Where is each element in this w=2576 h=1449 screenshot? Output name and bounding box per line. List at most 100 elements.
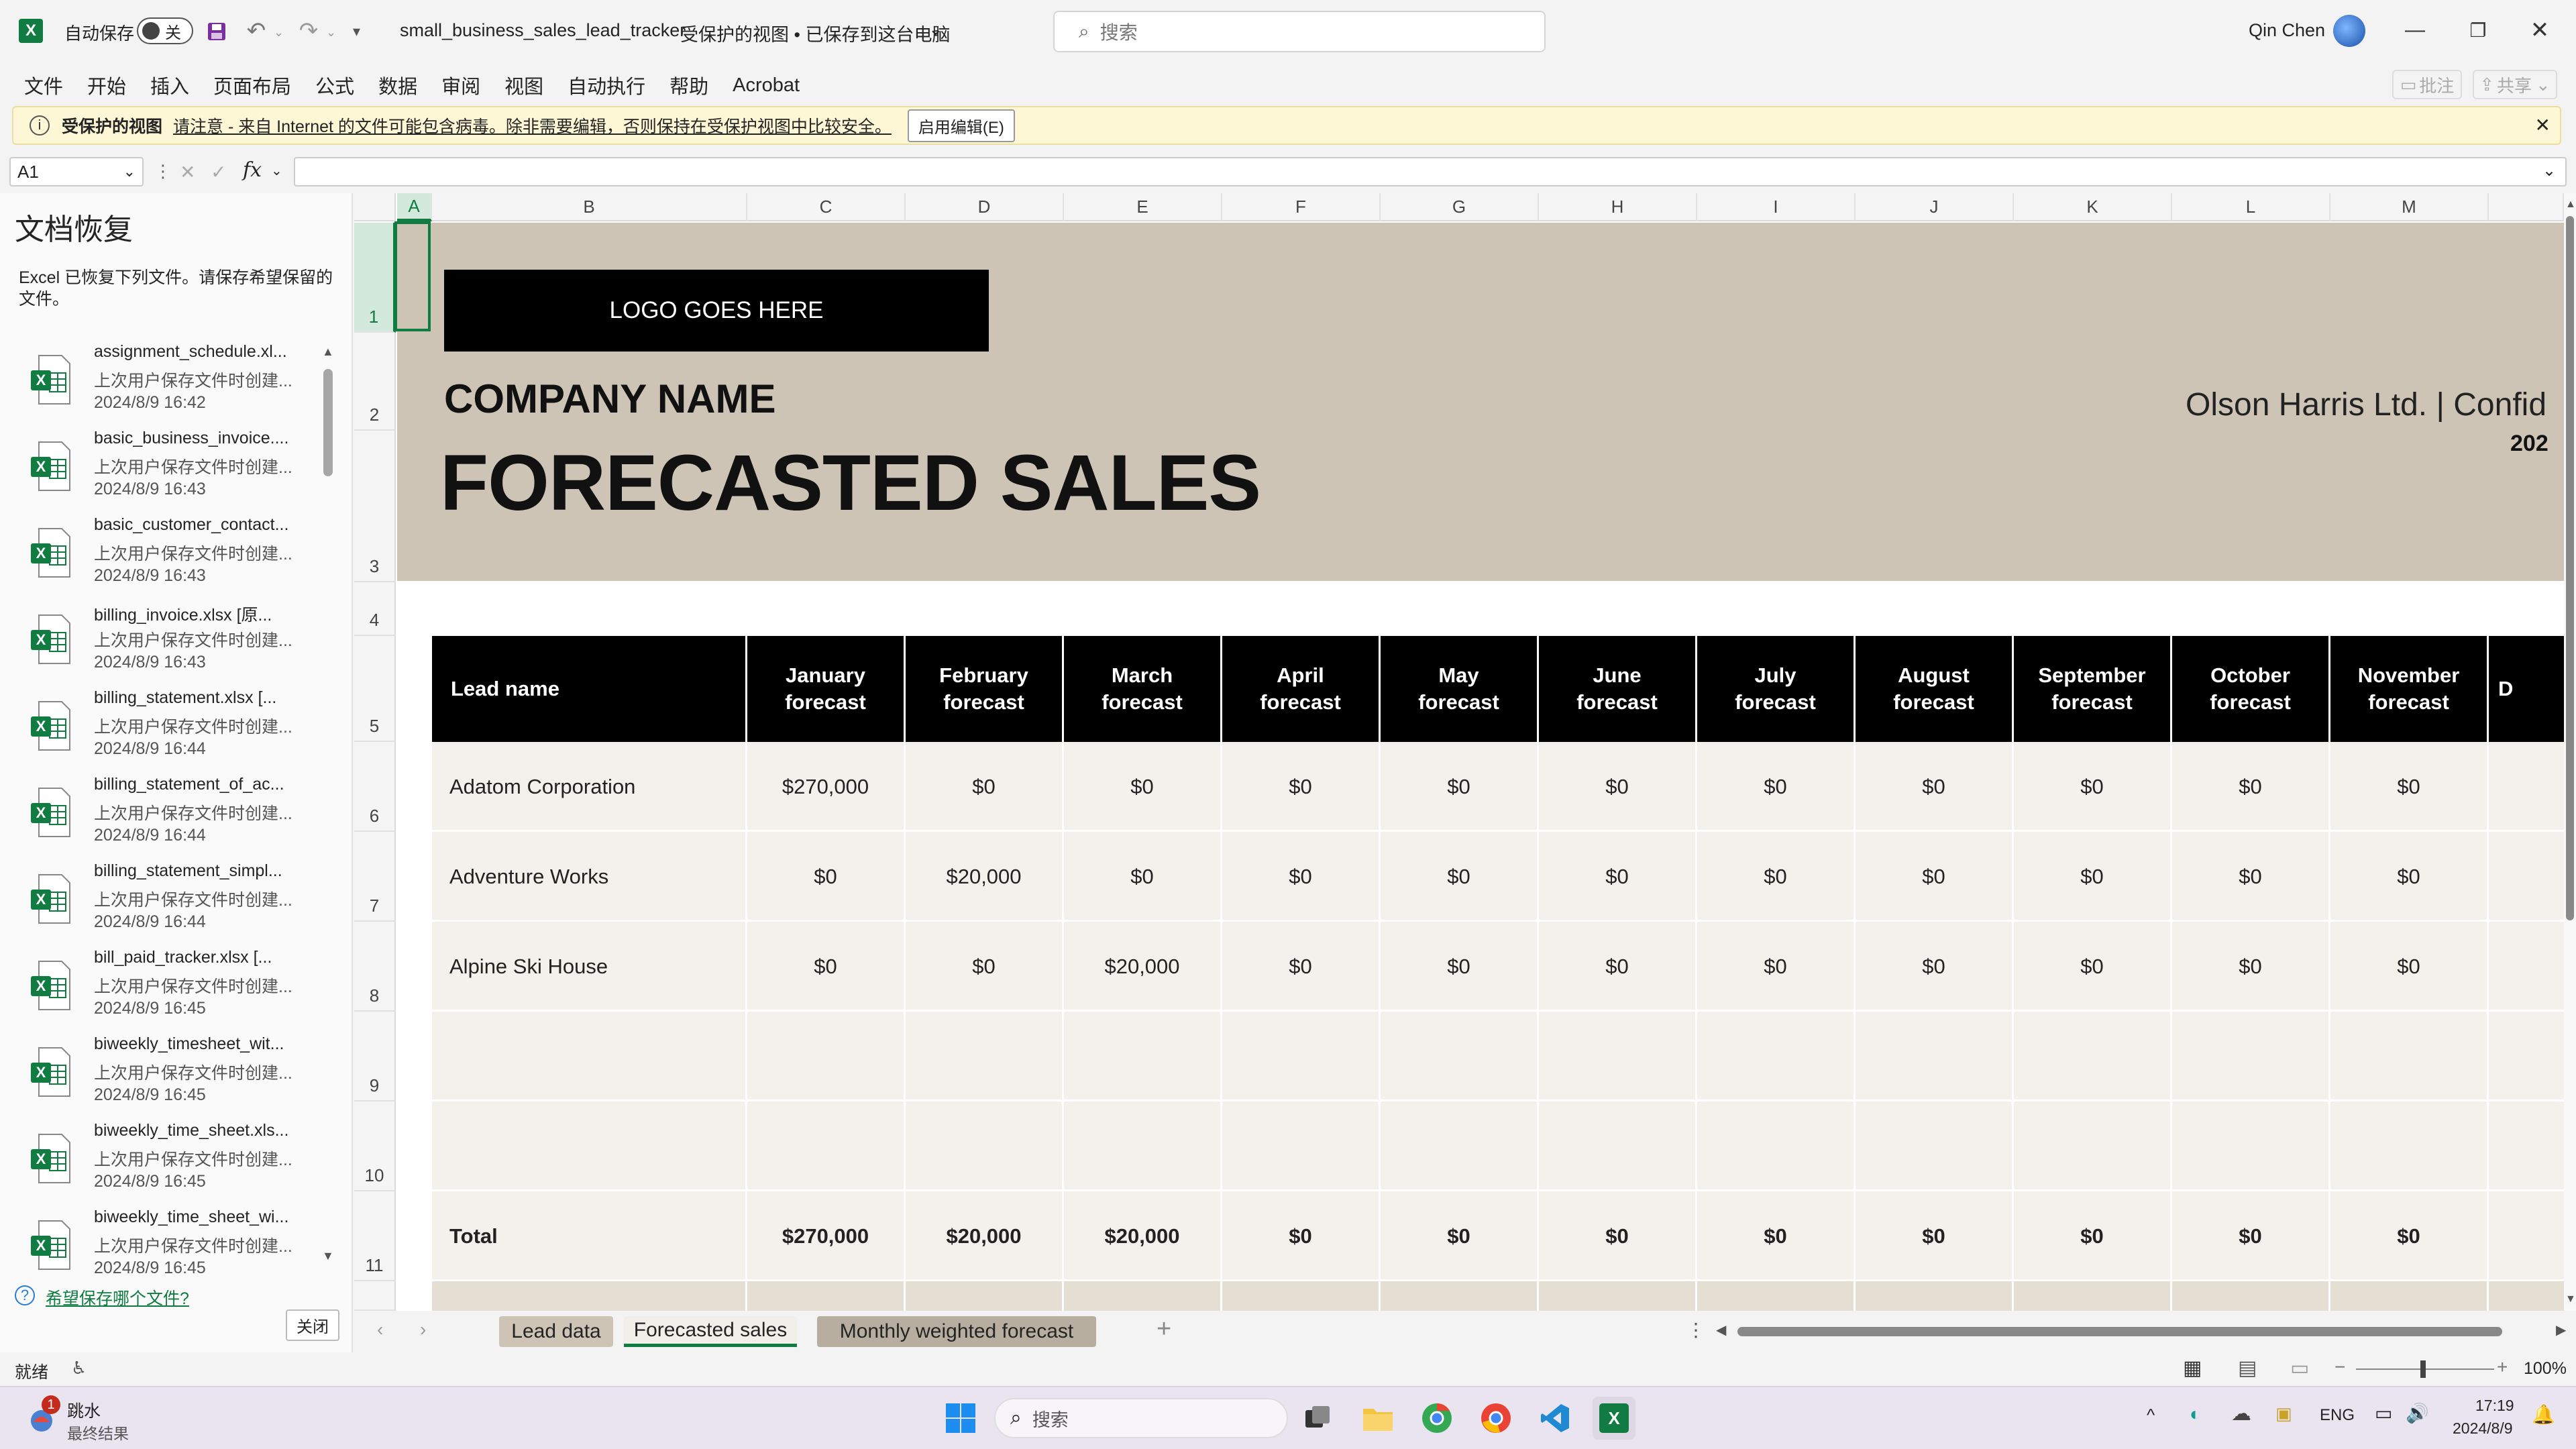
next-sheet-icon[interactable]: › xyxy=(420,1319,426,1340)
forecast-cell[interactable] xyxy=(2489,742,2564,832)
forecast-cell[interactable] xyxy=(1856,1012,2014,1102)
vertical-scrollbar[interactable]: ▲ ▼ xyxy=(2564,193,2576,1311)
recovery-item[interactable]: Xbasic_business_invoice.... 上次用户保存文件时创建..… xyxy=(20,429,335,515)
column-header-a[interactable]: A xyxy=(397,193,432,221)
column-header-m[interactable]: M xyxy=(2330,193,2489,221)
scroll-down-icon[interactable]: ▼ xyxy=(322,1249,334,1263)
forecast-cell[interactable]: $270,000 xyxy=(747,742,906,832)
normal-view-icon[interactable]: ▦ xyxy=(2183,1356,2202,1380)
forecast-cell[interactable] xyxy=(1381,1102,1539,1191)
recovery-item[interactable]: Xbiweekly_time_sheet_wi... 上次用户保存文件时创建...… xyxy=(20,1208,335,1293)
forecast-cell[interactable] xyxy=(906,1012,1064,1102)
column-header-c[interactable]: C xyxy=(747,193,906,221)
header-month-forecast[interactable]: January forecast xyxy=(747,636,906,742)
forecast-cell[interactable]: $0 xyxy=(1856,1191,2014,1281)
task-view-icon[interactable] xyxy=(1296,1397,1339,1440)
forecast-cell[interactable]: $20,000 xyxy=(906,832,1064,922)
save-icon[interactable] xyxy=(205,20,228,43)
clock-time[interactable]: 17:19 xyxy=(2475,1397,2514,1415)
lead-name-cell[interactable] xyxy=(432,1102,747,1191)
lead-name-cell[interactable] xyxy=(432,1012,747,1102)
recovery-item[interactable]: Xbilling_invoice.xlsx [原... 上次用户保存文件时创建..… xyxy=(20,602,335,688)
notification-bell-icon[interactable]: 🔔 xyxy=(2532,1403,2555,1426)
column-header-j[interactable]: J xyxy=(1856,193,2014,221)
header-month-forecast[interactable]: June forecast xyxy=(1539,636,1697,742)
forecast-cell[interactable] xyxy=(1064,1102,1222,1191)
forecast-cell[interactable] xyxy=(1856,1281,2014,1311)
zoom-level[interactable]: 100% xyxy=(2524,1359,2567,1379)
column-header-k[interactable]: K xyxy=(2014,193,2172,221)
forecast-cell[interactable] xyxy=(747,1102,906,1191)
protected-view-message[interactable]: 请注意 - 来自 Internet 的文件可能包含病毒。除非需要编辑，否则保持在… xyxy=(173,113,892,138)
column-header-i[interactable]: I xyxy=(1697,193,1856,221)
recovery-item[interactable]: Xbilling_statement.xlsx [... 上次用户保存文件时创建.… xyxy=(20,688,335,774)
recovery-scrollbar[interactable]: ▲ ▼ xyxy=(321,345,335,1265)
forecast-cell[interactable] xyxy=(1381,1012,1539,1102)
sheet-tab-lead-data[interactable]: Lead data xyxy=(499,1316,613,1347)
row-header-5[interactable]: 5 xyxy=(354,636,396,742)
forecast-cell[interactable]: $0 xyxy=(1539,832,1697,922)
search-box[interactable]: ⌕ 搜索 xyxy=(1053,11,1546,52)
vertical-scroll-thumb[interactable] xyxy=(2566,216,2574,920)
select-all-button[interactable] xyxy=(354,193,396,221)
forecast-cell[interactable]: $0 xyxy=(1697,742,1856,832)
chrome-icon[interactable] xyxy=(1415,1397,1458,1440)
forecast-cell[interactable] xyxy=(1381,1281,1539,1311)
tab-automate[interactable]: 自动执行 xyxy=(568,71,645,99)
column-header-d[interactable]: D xyxy=(906,193,1064,221)
forecast-cell[interactable]: $0 xyxy=(2172,742,2330,832)
forecast-cell[interactable] xyxy=(2489,1102,2564,1191)
lead-name-cell[interactable]: Adventure Works xyxy=(432,832,747,922)
forecast-cell[interactable] xyxy=(1697,1102,1856,1191)
scroll-up-icon[interactable]: ▲ xyxy=(322,345,334,359)
weather-subtitle[interactable]: 最终结果 xyxy=(67,1421,129,1444)
header-month-forecast[interactable]: November forecast xyxy=(2330,636,2489,742)
header-month-forecast[interactable]: April forecast xyxy=(1222,636,1381,742)
tab-formulas[interactable]: 公式 xyxy=(315,71,354,99)
forecast-cell[interactable]: $0 xyxy=(1539,742,1697,832)
header-lead-name[interactable]: Lead name xyxy=(432,636,747,742)
row-header-partial[interactable] xyxy=(354,1281,396,1311)
page-break-view-icon[interactable]: ▭ xyxy=(2290,1356,2309,1380)
prev-sheet-icon[interactable]: ‹ xyxy=(377,1319,383,1340)
recovery-item[interactable]: Xassignment_schedule.xl... 上次用户保存文件时创建...… xyxy=(20,342,335,428)
close-recovery-button[interactable]: 关闭 xyxy=(286,1309,339,1341)
forecast-cell[interactable]: $270,000 xyxy=(747,1191,906,1281)
forecast-cell[interactable]: $0 xyxy=(2330,1191,2489,1281)
forecast-cell[interactable] xyxy=(1064,1281,1222,1311)
tab-options-icon[interactable]: ⋮ xyxy=(1686,1319,1705,1341)
scroll-left-icon[interactable]: ◀ xyxy=(1716,1322,1726,1338)
forecast-cell[interactable]: $0 xyxy=(1539,922,1697,1012)
forecast-cell[interactable] xyxy=(2330,1012,2489,1102)
forecast-cell[interactable]: $0 xyxy=(1381,1191,1539,1281)
lead-name-cell[interactable]: Adatom Corporation xyxy=(432,742,747,832)
forecast-cell[interactable]: $0 xyxy=(906,742,1064,832)
row-header-6[interactable]: 6 xyxy=(354,742,396,832)
which-files-link[interactable]: 希望保存哪个文件? xyxy=(46,1285,189,1309)
forecast-cell[interactable] xyxy=(1697,1012,1856,1102)
scroll-thumb[interactable] xyxy=(323,369,333,476)
header-month-forecast[interactable]: February forecast xyxy=(906,636,1064,742)
customize-qat-icon[interactable]: ▾ xyxy=(353,23,360,40)
forecast-cell[interactable] xyxy=(1539,1102,1697,1191)
forecast-cell[interactable]: $0 xyxy=(2172,832,2330,922)
forecast-cell[interactable] xyxy=(1222,1281,1381,1311)
forecast-cell[interactable] xyxy=(2489,832,2564,922)
add-sheet-icon[interactable]: + xyxy=(1157,1315,1171,1344)
forecast-cell[interactable]: $0 xyxy=(1697,922,1856,1012)
forecast-cell[interactable]: $0 xyxy=(2014,832,2172,922)
forecast-cell[interactable] xyxy=(1222,1102,1381,1191)
file-status-dropdown-icon[interactable]: ⌄ xyxy=(928,19,943,40)
row-header-11[interactable]: 11 xyxy=(354,1191,396,1281)
forecast-cell[interactable] xyxy=(2014,1102,2172,1191)
forecast-cell[interactable] xyxy=(2172,1012,2330,1102)
recovery-item[interactable]: Xbasic_customer_contact... 上次用户保存文件时创建...… xyxy=(20,515,335,601)
sheet-tab-monthly-weighted-forecast[interactable]: Monthly weighted forecast xyxy=(817,1316,1096,1347)
forecast-cell[interactable]: $0 xyxy=(747,832,906,922)
chrome-profile-icon[interactable] xyxy=(1474,1397,1517,1440)
forecast-cell[interactable]: $0 xyxy=(1222,1191,1381,1281)
start-icon[interactable] xyxy=(939,1397,982,1440)
column-header-l[interactable]: L xyxy=(2172,193,2330,221)
horizontal-scrollbar[interactable]: ◀ ▶ xyxy=(1716,1322,2575,1340)
volume-icon[interactable]: 🔊 xyxy=(2406,1402,2429,1424)
